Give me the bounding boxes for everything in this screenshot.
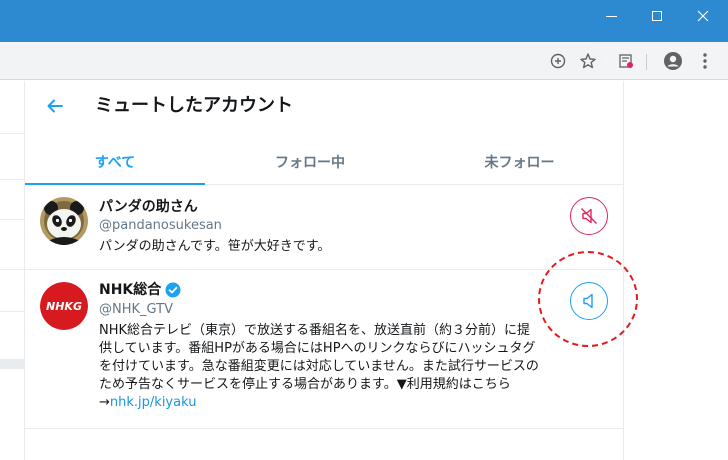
bio-link[interactable]: nhk.jp/kiyaku	[110, 395, 197, 410]
bio-arrow: →	[99, 395, 110, 410]
avatar-text: NHKG	[46, 300, 82, 313]
page-title: ミュートしたアカウント	[95, 95, 293, 116]
user-handle: @pandanosukesan	[99, 218, 222, 233]
bio-line: ため予告なくサービスを停止する場合があります。▼利用規約はこちら	[99, 377, 511, 392]
user-bio: パンダの助さんです。笹が大好きです。	[99, 239, 331, 254]
close-icon	[697, 10, 709, 22]
tab-all[interactable]: すべて	[25, 139, 205, 185]
panda-avatar-icon	[40, 197, 88, 245]
background-page-right	[623, 81, 728, 460]
minimize-button[interactable]	[588, 0, 634, 32]
browser-toolbar	[0, 42, 728, 80]
unmute-button[interactable]	[570, 197, 608, 235]
user-bio: NHK総合テレビ（東京）で放送する番組名を、放送直前（約３分前）に提 供していま…	[99, 322, 611, 412]
back-arrow-icon	[47, 99, 63, 113]
user-name[interactable]: パンダの助さん	[99, 198, 198, 216]
title-bar	[0, 0, 728, 42]
muted-accounts-panel: ミュートしたアカウント すべて フォロー中 未フォロー パンダの助さん @pan…	[24, 81, 624, 460]
bio-line: NHK総合テレビ（東京）で放送する番組名を、放送直前（約３分前）に提	[99, 323, 531, 338]
bio-link-line: →nhk.jp/kiyaku	[99, 394, 611, 412]
tab-following[interactable]: フォロー中	[205, 139, 415, 185]
muted-speaker-icon	[581, 208, 597, 224]
menu-icon[interactable]	[698, 51, 712, 71]
tab-bar: すべて フォロー中 未フォロー	[25, 139, 624, 185]
maximize-icon	[652, 11, 662, 21]
avatar[interactable]: NHKG	[40, 282, 88, 330]
user-name-text[interactable]: パンダの助さん	[99, 198, 198, 216]
browser-window: ミュートしたアカウント すべて フォロー中 未フォロー パンダの助さん @pan…	[0, 0, 728, 460]
user-name-text[interactable]: NHK総合	[99, 281, 161, 299]
minimize-icon	[605, 15, 617, 17]
verified-badge-icon	[165, 282, 181, 298]
user-name[interactable]: NHK総合	[99, 281, 181, 299]
user-handle: @NHK_GTV	[99, 302, 173, 317]
star-icon[interactable]	[578, 51, 598, 71]
close-button[interactable]	[680, 0, 726, 32]
account-icon[interactable]	[662, 50, 684, 72]
nhk-logo-icon: NHKG	[40, 282, 88, 330]
user-row[interactable]: パンダの助さん @pandanosukesan パンダの助さんです。笹が大好きで…	[25, 185, 624, 270]
extension-icon[interactable]	[616, 51, 636, 71]
bio-line: 供しています。番組HPがある場合にはHPへのリンクならびにハッシュタグ	[99, 341, 536, 356]
toolbar-divider	[646, 54, 647, 70]
user-row[interactable]: NHKG NHK総合 @NHK_GTV NHK総合テレビ（東京）で放送する番組名…	[25, 270, 624, 429]
annotation-highlight-circle	[538, 251, 638, 347]
bio-line: を付けています。急な番組変更には対応していません。また試行サービスの	[99, 359, 539, 374]
avatar[interactable]	[40, 197, 88, 245]
add-circle-icon[interactable]	[548, 51, 568, 71]
background-page-left	[0, 81, 24, 460]
maximize-button[interactable]	[634, 0, 680, 32]
address-bar[interactable]	[0, 46, 604, 76]
back-button[interactable]	[43, 94, 67, 118]
tab-not-following[interactable]: 未フォロー	[415, 139, 624, 185]
